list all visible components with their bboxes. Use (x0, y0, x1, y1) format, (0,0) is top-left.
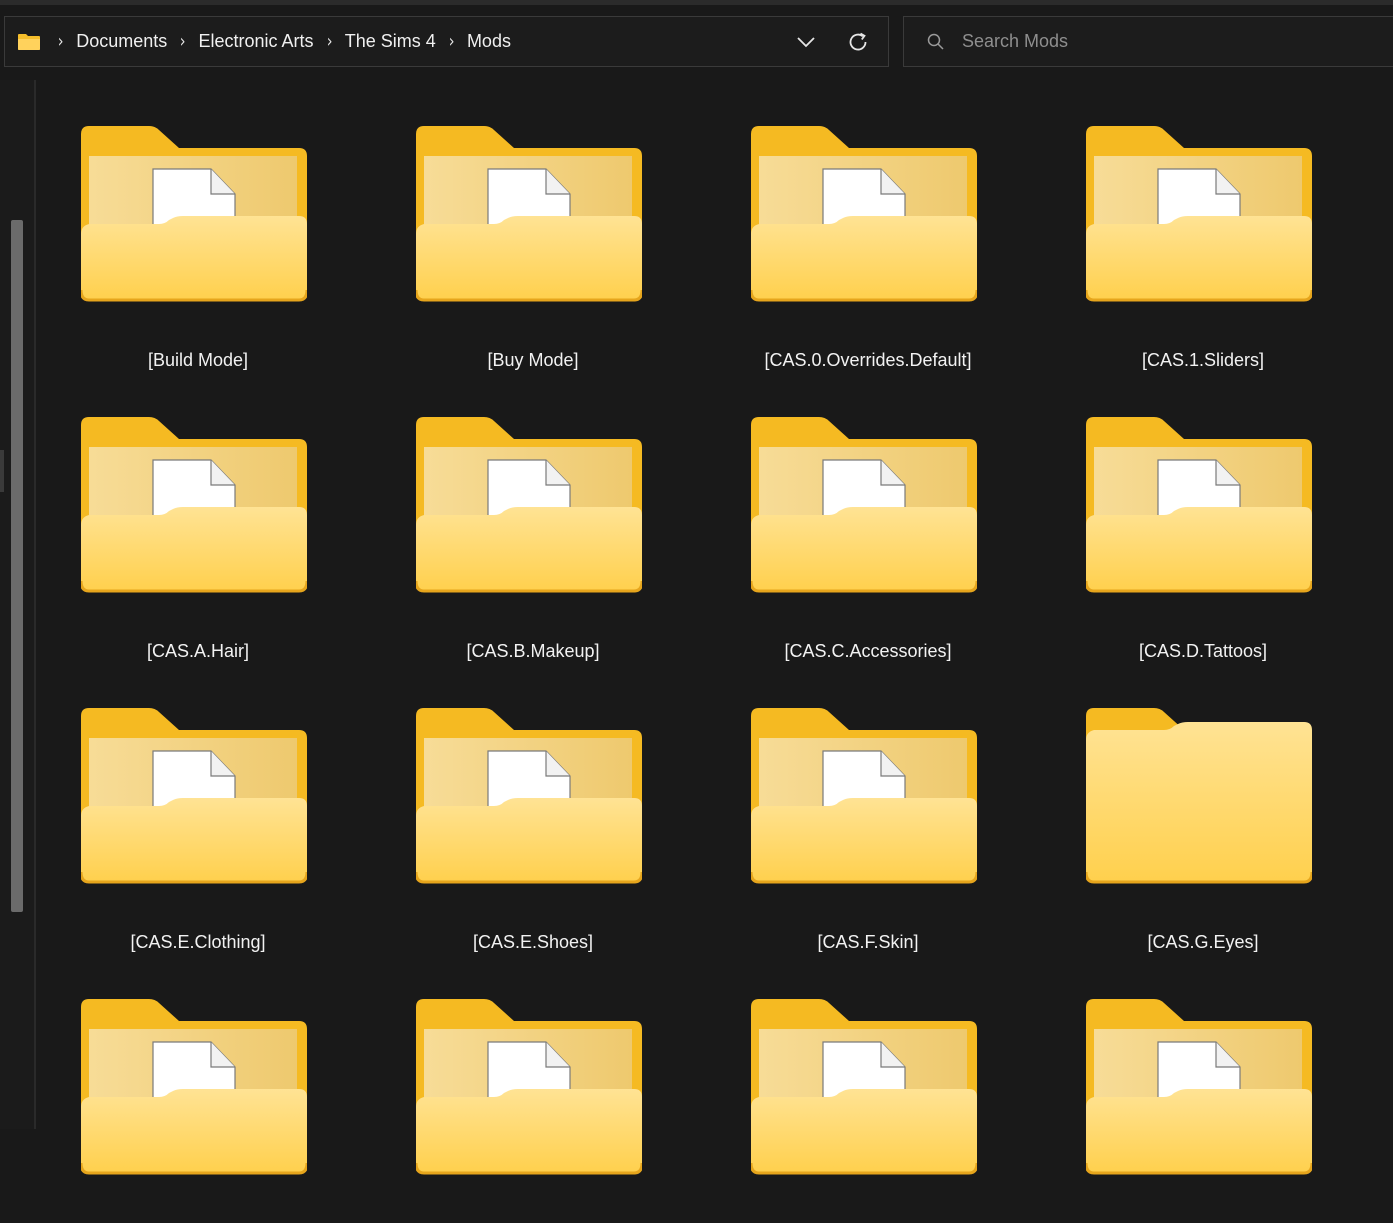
folder-icon (17, 33, 41, 51)
folder-item[interactable]: [CAS.A.Hair] (38, 371, 358, 661)
chevron-down-icon (797, 36, 815, 47)
folder-item[interactable] (708, 953, 1028, 1223)
folder-icon (79, 706, 309, 884)
folder-icon (1084, 706, 1314, 884)
navigation-pane-scrollbar[interactable] (11, 220, 23, 912)
folder-name: [CAS.G.Eyes] (1147, 932, 1259, 952)
folder-name: [CAS.B.Makeup] (466, 641, 600, 661)
folder-icon (414, 706, 644, 884)
breadcrumb-item-documents[interactable]: Documents (76, 31, 167, 52)
chevron-right-icon[interactable]: › (180, 31, 186, 52)
folder-icon (749, 706, 979, 884)
search-icon (927, 33, 944, 50)
folder-icon (414, 124, 644, 302)
search-box[interactable] (903, 16, 1393, 67)
search-input[interactable] (960, 30, 1344, 53)
chevron-right-icon[interactable]: › (58, 31, 64, 52)
folder-name: [Build Mode] (147, 350, 249, 370)
folder-item[interactable]: [CAS.0.Overrides.Default] (708, 80, 1028, 370)
folder-item[interactable]: [CAS.C.Accessories] (708, 371, 1028, 661)
folder-name: [CAS.D.Tattoos] (1138, 641, 1268, 661)
folder-item[interactable] (38, 953, 358, 1223)
navigation-pane[interactable] (0, 80, 36, 1129)
folder-name: [Buy Mode] (487, 350, 579, 370)
breadcrumb-item-electronic-arts[interactable]: Electronic Arts (198, 31, 313, 52)
refresh-button[interactable] (836, 22, 880, 62)
navigation-pane-selection-edge (0, 450, 4, 492)
folder-name: [CAS.E.Clothing] (130, 932, 266, 952)
folder-item[interactable] (373, 953, 693, 1223)
chevron-right-icon[interactable]: › (448, 31, 454, 52)
folder-item[interactable]: [CAS.E.Clothing] (38, 662, 358, 952)
folder-item[interactable]: [Buy Mode] (373, 80, 693, 370)
folder-icon (414, 997, 644, 1175)
folder-name: [CAS.E.Shoes] (472, 932, 594, 952)
folder-icon (414, 415, 644, 593)
title-bar-edge (0, 0, 1393, 5)
breadcrumb: › Documents › Electronic Arts › The Sims… (45, 31, 511, 52)
breadcrumb-item-mods[interactable]: Mods (467, 31, 511, 52)
folder-item[interactable]: [CAS.D.Tattoos] (1043, 371, 1363, 661)
breadcrumb-item-the-sims-4[interactable]: The Sims 4 (345, 31, 436, 52)
folder-icon (749, 124, 979, 302)
folder-icon (79, 415, 309, 593)
folder-icon (1084, 997, 1314, 1175)
folder-item[interactable] (1043, 953, 1363, 1223)
chevron-right-icon[interactable]: › (326, 31, 332, 52)
folder-grid: [Build Mode] [Buy Mode] [CAS.0.Overrides… (38, 80, 1393, 1175)
folder-name: [CAS.A.Hair] (146, 641, 250, 661)
folder-item[interactable]: [CAS.1.Sliders] (1043, 80, 1363, 370)
address-bar[interactable]: › Documents › Electronic Arts › The Sims… (4, 16, 889, 67)
folder-name: [CAS.1.Sliders] (1141, 350, 1265, 370)
folder-item[interactable]: [CAS.F.Skin] (708, 662, 1028, 952)
folder-name: [CAS.0.Overrides.Default] (764, 350, 972, 370)
folder-item[interactable]: [Build Mode] (38, 80, 358, 370)
folder-item[interactable]: [CAS.G.Eyes] (1043, 662, 1363, 952)
folder-icon (749, 997, 979, 1175)
folder-icon (1084, 124, 1314, 302)
folder-icon (1084, 415, 1314, 593)
folder-name: [CAS.C.Accessories] (784, 641, 952, 661)
refresh-icon (849, 32, 867, 50)
folder-icon (79, 124, 309, 302)
folder-icon (749, 415, 979, 593)
recent-locations-button[interactable] (784, 22, 828, 62)
folder-item[interactable]: [CAS.E.Shoes] (373, 662, 693, 952)
folder-name: [CAS.F.Skin] (817, 932, 919, 952)
folder-item[interactable]: [CAS.B.Makeup] (373, 371, 693, 661)
folder-icon (79, 997, 309, 1175)
